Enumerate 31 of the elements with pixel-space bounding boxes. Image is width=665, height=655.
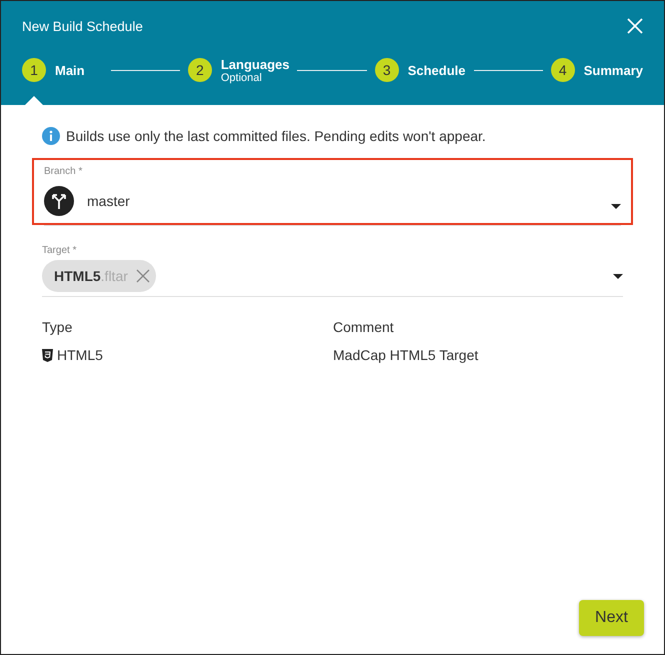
field-label: Target *	[42, 245, 78, 256]
wizard-step[interactable]: 4 Summary	[550, 51, 643, 105]
dropdown-caret-icon[interactable]	[611, 204, 621, 208]
step-label: Summary	[584, 62, 643, 78]
table-cell: HTML5	[57, 347, 103, 363]
step-sublabel: Optional	[220, 72, 262, 84]
info-message: Builds use only the last committed files. Pending edits won't appear.	[66, 128, 486, 144]
dropdown-caret-icon[interactable]	[613, 274, 623, 278]
branch-value: master	[87, 193, 131, 209]
remove-icon[interactable]	[136, 269, 150, 283]
step-label: Languages	[220, 56, 290, 72]
step-number: 4	[550, 58, 575, 82]
window-title: New Build Schedule	[22, 18, 143, 34]
branch-icon	[44, 186, 74, 216]
info-icon	[42, 127, 60, 145]
step-number: 3	[374, 58, 399, 82]
step-label: Main	[55, 62, 85, 78]
step-number: 2	[188, 58, 212, 82]
wizard-step[interactable]: 1 Main	[22, 51, 103, 105]
wizard-step[interactable]: 3 Schedule	[374, 51, 466, 105]
table-cell-text: MadCap HTML5 Target	[333, 347, 480, 363]
close-button[interactable]	[627, 18, 643, 34]
html5-icon	[42, 348, 53, 362]
next-button[interactable]: Next	[579, 600, 644, 636]
branch-field[interactable]: Branch * master	[32, 158, 633, 225]
step-label: Schedule	[408, 62, 466, 78]
field-label: Branch *	[44, 166, 84, 177]
column-header: Comment	[333, 319, 395, 335]
column-header: Type	[42, 319, 74, 335]
wizard-step[interactable]: 2 Languages Optional	[188, 51, 290, 105]
step-number: 1	[22, 58, 46, 82]
